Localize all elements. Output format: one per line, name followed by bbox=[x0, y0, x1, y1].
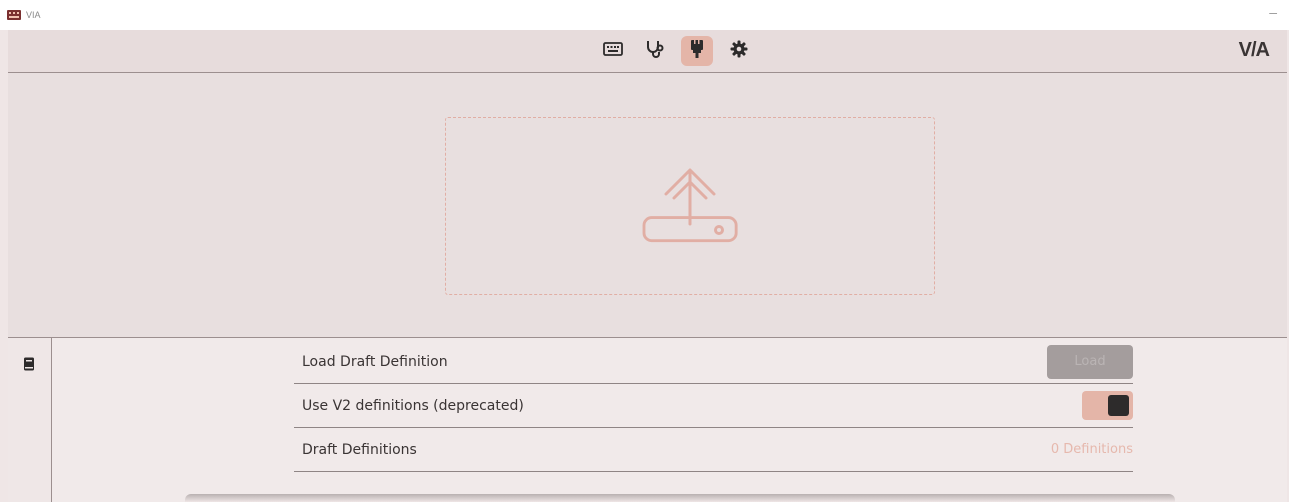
v2-definitions-toggle[interactable] bbox=[1082, 391, 1133, 420]
title-bar: VIA – bbox=[0, 0, 1289, 30]
draft-definitions-label: Draft Definitions bbox=[302, 441, 417, 458]
nav-icon-group bbox=[597, 36, 755, 66]
definition-dropzone[interactable] bbox=[445, 117, 935, 295]
load-draft-label: Load Draft Definition bbox=[302, 353, 448, 370]
keyboard-icon bbox=[603, 41, 623, 61]
side-rail bbox=[8, 338, 52, 502]
window-title: VIA bbox=[26, 10, 41, 20]
stethoscope-icon bbox=[645, 39, 665, 64]
settings-pane: Load Draft Definition Load Use V2 defini… bbox=[8, 338, 1287, 502]
via-logo: V/A bbox=[1238, 39, 1270, 61]
app-logo-icon bbox=[7, 10, 21, 20]
v2-definitions-label: Use V2 definitions (deprecated) bbox=[302, 397, 524, 414]
design-brush-icon bbox=[689, 39, 705, 64]
configure-tab[interactable] bbox=[597, 36, 629, 66]
top-navbar: V/A bbox=[8, 30, 1287, 73]
load-draft-row: Load Draft Definition Load bbox=[294, 340, 1133, 384]
book-icon[interactable] bbox=[23, 357, 35, 376]
test-tab[interactable] bbox=[639, 36, 671, 66]
design-tab[interactable] bbox=[681, 36, 713, 66]
definitions-count: 0 Definitions bbox=[1050, 442, 1133, 457]
minimize-button[interactable]: – bbox=[1269, 4, 1277, 20]
upload-pane bbox=[8, 73, 1287, 337]
gear-icon bbox=[730, 40, 748, 63]
bottom-panel-edge bbox=[185, 494, 1175, 502]
load-button[interactable]: Load bbox=[1047, 344, 1133, 379]
draft-definitions-row: Draft Definitions 0 Definitions bbox=[294, 428, 1133, 472]
upload-icon bbox=[642, 158, 738, 255]
v2-definitions-row: Use V2 definitions (deprecated) bbox=[294, 384, 1133, 428]
settings-tab[interactable] bbox=[723, 36, 755, 66]
toggle-knob bbox=[1108, 395, 1129, 416]
